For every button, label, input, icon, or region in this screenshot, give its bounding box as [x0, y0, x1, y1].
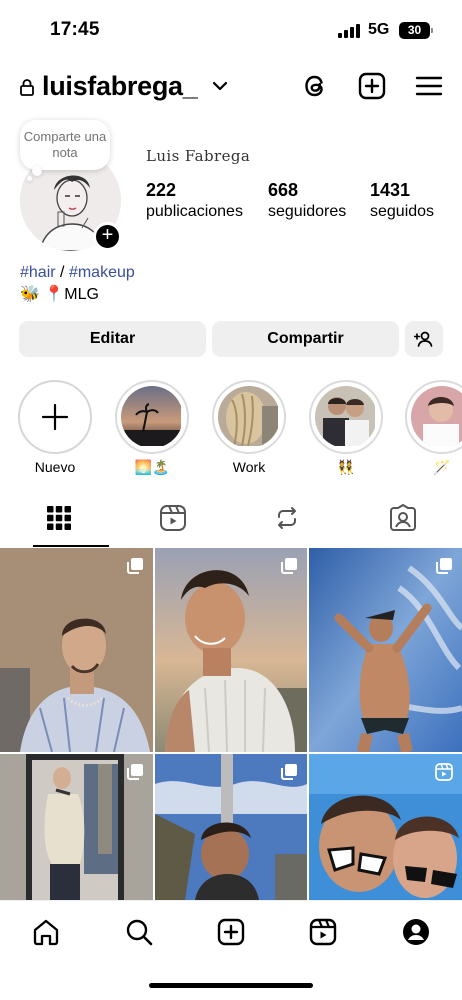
highlight-label: Nuevo — [34, 459, 76, 475]
bio-hashtags: #hair / #makeup — [20, 264, 135, 282]
grid-post[interactable] — [0, 754, 153, 900]
reel-icon — [435, 763, 453, 781]
grid-post[interactable] — [0, 548, 153, 752]
network-type: 5G — [368, 21, 390, 38]
highlight-label: Work — [232, 459, 266, 475]
highlight-new[interactable]: Nuevo — [18, 380, 92, 477]
reposts-icon[interactable] — [272, 503, 302, 533]
followers-label: seguidores — [268, 203, 347, 220]
profile-header: luisfabrega_ — [0, 66, 462, 110]
following-label: seguidos — [370, 203, 435, 220]
stat-followers[interactable]: 668 seguidores — [268, 180, 346, 221]
highlight-item[interactable]: 👯 — [309, 380, 383, 477]
account-switcher[interactable]: luisfabrega_ — [42, 71, 198, 102]
chevron-down-icon[interactable] — [212, 80, 228, 92]
tagged-icon[interactable] — [388, 503, 418, 533]
home-indicator — [149, 983, 313, 988]
plus-icon — [41, 403, 69, 431]
home-icon[interactable] — [31, 917, 61, 947]
bio-separator: / — [60, 264, 65, 281]
active-tab-indicator — [33, 545, 109, 547]
followers-count: 668 — [268, 180, 299, 200]
posts-count: 222 — [146, 180, 177, 200]
add-story-button[interactable]: + — [93, 222, 122, 251]
grid-post[interactable] — [309, 548, 462, 752]
posts-label: publicaciones — [146, 203, 243, 220]
discover-people-button[interactable] — [405, 321, 443, 357]
add-person-icon — [413, 331, 433, 347]
highlight-item[interactable]: Work — [212, 380, 286, 477]
highlight-item[interactable]: 🌅🏝️ — [115, 380, 189, 477]
grid-post[interactable] — [155, 754, 307, 900]
menu-icon[interactable] — [414, 71, 444, 101]
edit-profile-button[interactable]: Editar — [19, 321, 206, 357]
carousel-icon — [127, 558, 143, 574]
bio-location: 🐝 📍MLG — [20, 286, 99, 303]
grid-icon[interactable] — [44, 503, 74, 533]
stat-following[interactable]: 1431 seguidos — [370, 180, 434, 221]
carousel-icon — [436, 558, 452, 574]
hashtag-hair[interactable]: #hair — [20, 264, 56, 281]
status-bar: 17:45 5G 30 — [0, 0, 462, 62]
battery-icon: 30 — [399, 22, 433, 39]
threads-icon[interactable] — [300, 71, 330, 101]
reels-icon[interactable] — [308, 917, 338, 947]
highlight-label: 👯 — [337, 459, 355, 475]
stat-posts[interactable]: 222 publicaciones — [146, 180, 243, 221]
carousel-icon — [127, 764, 143, 780]
note-bubble-tail-small — [27, 176, 32, 181]
note-text: Comparte una nota — [23, 129, 107, 160]
carousel-icon — [281, 764, 297, 780]
grid-post[interactable] — [309, 754, 462, 900]
display-name: Luis Fabrega — [146, 147, 251, 165]
status-time: 17:45 — [50, 19, 100, 40]
note-bubble-tail — [32, 166, 42, 176]
create-icon[interactable] — [216, 917, 246, 947]
share-profile-button[interactable]: Compartir — [212, 321, 399, 357]
highlight-label: 🌅🏝️ — [134, 459, 170, 475]
hashtag-makeup[interactable]: #makeup — [69, 264, 135, 281]
carousel-icon — [281, 558, 297, 574]
signal-icon — [338, 24, 362, 38]
reels-icon[interactable] — [158, 503, 188, 533]
lock-icon — [20, 79, 34, 96]
highlight-item[interactable]: 🪄 — [405, 380, 462, 477]
share-note-bubble[interactable]: Comparte una nota — [20, 120, 110, 170]
highlight-label: 🪄 — [433, 459, 451, 475]
search-icon[interactable] — [124, 917, 154, 947]
grid-post[interactable] — [155, 548, 307, 752]
profile-icon[interactable] — [401, 917, 431, 947]
create-icon[interactable] — [357, 71, 387, 101]
following-count: 1431 — [370, 180, 411, 200]
